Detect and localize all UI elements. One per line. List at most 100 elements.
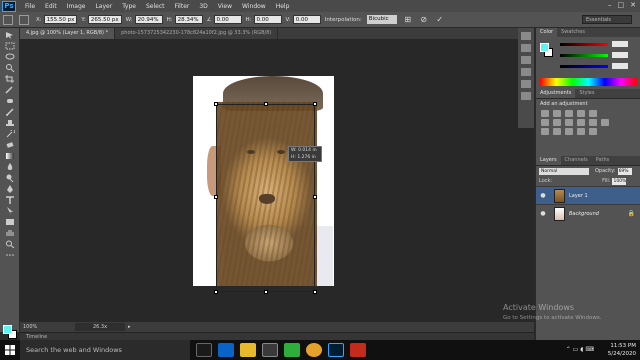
zoom-level[interactable]: 100% [20, 324, 75, 330]
threshold-icon[interactable] [565, 128, 573, 135]
blend-mode-select[interactable]: Normal [539, 167, 589, 175]
tool-presets-panel-icon[interactable] [521, 92, 531, 100]
eyedropper-tool-icon[interactable] [4, 86, 16, 94]
hue-saturation-icon[interactable] [541, 119, 549, 126]
file-explorer-icon[interactable] [240, 343, 256, 357]
menu-3d[interactable]: 3D [194, 3, 212, 10]
camtasia-icon[interactable] [284, 343, 300, 357]
paragraph-panel-icon[interactable] [521, 68, 531, 76]
menu-select[interactable]: Select [141, 3, 170, 10]
gradient-tool-icon[interactable] [4, 152, 16, 160]
pen-tool-icon[interactable] [4, 185, 16, 193]
brush-panel-icon[interactable] [521, 80, 531, 88]
panel-foreground-color[interactable] [540, 43, 549, 52]
quick-select-tool-icon[interactable] [4, 64, 16, 72]
eraser-tool-icon[interactable] [4, 141, 16, 149]
transform-handle-left[interactable] [214, 195, 218, 199]
tab-adjustments[interactable]: Adjustments [536, 89, 576, 98]
start-button[interactable] [0, 340, 20, 360]
color-spectrum[interactable] [540, 78, 637, 86]
reference-point-icon[interactable] [19, 14, 29, 25]
y-field[interactable]: 265.50 px [87, 15, 122, 24]
status-menu-icon[interactable]: ▸ [128, 324, 131, 330]
black-white-icon[interactable] [565, 119, 573, 126]
blue-slider[interactable] [560, 65, 608, 68]
transform-handle-top-right[interactable] [313, 102, 317, 106]
task-view-icon[interactable] [196, 343, 212, 357]
type-tool-icon[interactable] [4, 196, 16, 204]
layer-row-layer-1[interactable]: ● Layer 1 [536, 186, 640, 204]
close-button[interactable]: ✕ [630, 1, 636, 9]
selective-color-icon[interactable] [589, 128, 597, 135]
tab-document-1[interactable]: 4.jpg @ 100% (Layer 1, RGB/8) * [20, 28, 116, 39]
transform-handle-right[interactable] [313, 195, 317, 199]
more-tools-icon[interactable] [4, 251, 16, 259]
red-value[interactable] [612, 41, 628, 47]
tab-paths[interactable]: Paths [592, 156, 614, 165]
opacity-field[interactable]: 69% [617, 167, 632, 175]
angle-field[interactable]: 0.00 [213, 15, 242, 24]
path-selection-tool-icon[interactable] [4, 207, 16, 215]
blur-tool-icon[interactable] [4, 163, 16, 171]
tab-document-2[interactable]: photo-1573725342230-178c824a10f2.jpg @ 3… [115, 28, 279, 39]
curves-icon[interactable] [565, 110, 573, 117]
hskew-field[interactable]: 0.00 [253, 15, 282, 24]
exposure-icon[interactable] [577, 110, 585, 117]
brightness-contrast-icon[interactable] [541, 110, 549, 117]
posterize-icon[interactable] [553, 128, 561, 135]
x-field[interactable]: 155.50 px [43, 15, 78, 24]
system-clock[interactable]: 11:53 PM 5/24/2020 [608, 342, 636, 358]
healing-brush-tool-icon[interactable] [4, 97, 16, 105]
visibility-eye-icon[interactable]: ● [538, 209, 548, 219]
visibility-eye-icon[interactable]: ● [538, 191, 548, 201]
app-red-icon[interactable] [350, 343, 366, 357]
free-transform-box[interactable] [214, 102, 317, 294]
vibrance-icon[interactable] [589, 110, 597, 117]
transform-handle-bottom-left[interactable] [214, 290, 218, 294]
marquee-tool-icon[interactable] [4, 42, 16, 50]
photo-filter-icon[interactable] [577, 119, 585, 126]
menu-view[interactable]: View [213, 3, 237, 10]
properties-panel-icon[interactable] [521, 44, 531, 52]
tab-styles[interactable]: Styles [575, 89, 598, 98]
vskew-field[interactable]: 0.00 [292, 15, 321, 24]
edge-browser-icon[interactable] [218, 343, 234, 357]
menu-edit[interactable]: Edit [40, 3, 62, 10]
layer-row-background[interactable]: ● Background 🔒 [536, 204, 640, 222]
maximize-button[interactable]: □ [618, 1, 625, 9]
transform-handle-bottom-right[interactable] [313, 290, 317, 294]
history-brush-tool-icon[interactable] [4, 130, 16, 138]
cancel-transform-icon[interactable]: ⊘ [419, 15, 429, 25]
dodge-tool-icon[interactable] [4, 174, 16, 182]
color-balance-icon[interactable] [553, 119, 561, 126]
photoshop-taskbar-icon[interactable] [328, 343, 344, 357]
crop-tool-icon[interactable] [4, 75, 16, 83]
invert-icon[interactable] [541, 128, 549, 135]
taskbar-search[interactable]: Search the web and Windows [20, 340, 190, 360]
menu-window[interactable]: Window [237, 3, 271, 10]
menu-help[interactable]: Help [271, 3, 295, 10]
character-panel-icon[interactable] [521, 56, 531, 64]
fill-field[interactable]: 100% [612, 177, 627, 185]
menu-filter[interactable]: Filter [170, 3, 195, 10]
canvas-area[interactable]: W: 0.014 in H: 1.276 in [20, 39, 534, 322]
system-tray-icons[interactable]: ⌃ ▭ ◖ ⌨ [566, 346, 594, 353]
commit-transform-icon[interactable]: ✓ [435, 15, 445, 25]
clone-stamp-tool-icon[interactable] [4, 119, 16, 127]
transform-handle-top[interactable] [264, 102, 268, 106]
menu-type[interactable]: Type [117, 3, 141, 10]
warp-icon[interactable]: ⊞ [403, 15, 413, 25]
hand-tool-icon[interactable] [4, 229, 16, 237]
rectangle-tool-icon[interactable] [4, 218, 16, 226]
blue-value[interactable] [612, 63, 628, 69]
tab-channels[interactable]: Channels [561, 156, 592, 165]
height-field[interactable]: 28.34% [174, 15, 203, 24]
timeline-panel-tab[interactable]: Timeline [20, 332, 534, 340]
tab-color[interactable]: Color [536, 28, 558, 37]
tab-swatches[interactable]: Swatches [557, 28, 589, 37]
color-lookup-icon[interactable] [601, 119, 609, 126]
history-panel-icon[interactable] [521, 32, 531, 40]
red-slider[interactable] [560, 43, 608, 46]
brush-tool-icon[interactable] [4, 108, 16, 116]
menu-image[interactable]: Image [62, 3, 91, 10]
